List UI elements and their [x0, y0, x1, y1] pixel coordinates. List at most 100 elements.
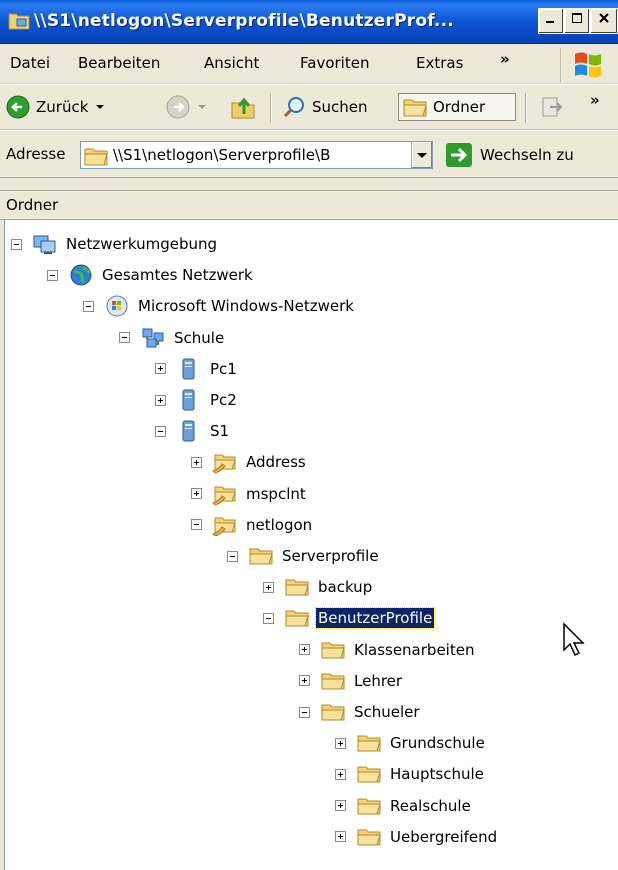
up-folder-button[interactable]	[230, 93, 256, 121]
tree-node-label[interactable]: Klassenarbeiten	[352, 640, 476, 660]
tree-node-label[interactable]: netlogon	[244, 515, 314, 535]
tree-node-label[interactable]: Hauptschule	[388, 764, 486, 784]
address-label: Adresse	[6, 145, 66, 163]
expand-toggle-icon[interactable]	[335, 737, 346, 749]
tree-node-label[interactable]: Grundschule	[388, 733, 487, 753]
address-bar: Adresse \\S1\netlogon\Serverprofile\B We…	[0, 130, 618, 178]
folder-icon	[356, 795, 382, 817]
close-button[interactable]	[590, 8, 618, 34]
folder-icon	[84, 148, 108, 166]
collapse-toggle-icon[interactable]	[227, 550, 238, 562]
expand-toggle-icon[interactable]	[155, 363, 166, 375]
tree-node[interactable]: Pc1	[155, 353, 239, 385]
collapse-toggle-icon[interactable]	[83, 300, 94, 312]
tree-node[interactable]: netlogon	[191, 509, 314, 541]
menu-favoriten[interactable]: Favoriten	[300, 54, 369, 72]
tree-node[interactable]: Microsoft Windows-Netzwerk	[83, 290, 356, 322]
go-arrow-icon	[446, 143, 472, 167]
menu-extras[interactable]: Extras	[416, 54, 463, 72]
tree-node[interactable]: Netzwerkumgebung	[11, 228, 219, 260]
tree-node-label[interactable]: Lehrer	[352, 671, 404, 691]
toolbar-overflow-button[interactable]: »	[590, 91, 600, 109]
search-button[interactable]: Suchen	[282, 93, 368, 121]
tree-node[interactable]: Lehrer	[299, 665, 404, 697]
go-button[interactable]: Wechseln zu	[446, 143, 574, 167]
tree-node[interactable]: BenutzerProfile	[263, 602, 436, 634]
search-icon	[283, 97, 304, 118]
folder-icon	[356, 763, 382, 785]
address-dropdown-button[interactable]	[411, 142, 432, 168]
expand-toggle-icon[interactable]	[191, 488, 202, 500]
tree-node[interactable]: Hauptschule	[335, 758, 486, 790]
folder-tree[interactable]: Netzwerkumgebung Gesamtes Netzwerk Microso…	[4, 220, 618, 870]
menu-overflow-button[interactable]: »	[500, 50, 510, 68]
expand-toggle-icon[interactable]	[191, 456, 202, 468]
expand-toggle-icon[interactable]	[335, 831, 346, 843]
move-to-icon	[542, 97, 563, 117]
folder-icon	[284, 607, 310, 629]
tree-node[interactable]: Grundschule	[335, 727, 487, 759]
tree-node[interactable]: S1	[155, 415, 231, 447]
tree-node-label[interactable]: Serverprofile	[280, 546, 381, 566]
collapse-toggle-icon[interactable]	[263, 612, 274, 624]
tree-node[interactable]: Serverprofile	[227, 540, 381, 572]
tree-node-label[interactable]: Gesamtes Netzwerk	[100, 265, 255, 285]
tree-node-label[interactable]: Uebergreifend	[388, 827, 499, 847]
tree-node-label[interactable]: Address	[244, 452, 308, 472]
tree-node[interactable]: mspclnt	[191, 478, 308, 510]
tree-node-label[interactable]: Pc1	[208, 359, 239, 379]
menu-datei[interactable]: Datei	[10, 54, 50, 72]
menu-bearbeiten[interactable]: Bearbeiten	[78, 54, 160, 72]
tree-node-label[interactable]: mspclnt	[244, 484, 308, 504]
forward-dropdown-icon[interactable]	[198, 105, 206, 109]
move-to-button[interactable]	[540, 93, 564, 121]
collapse-toggle-icon[interactable]	[299, 706, 310, 718]
forward-button[interactable]	[166, 93, 206, 121]
maximize-button[interactable]	[564, 8, 590, 34]
minimize-button[interactable]	[538, 8, 564, 34]
computer-icon	[176, 358, 202, 380]
collapse-toggle-icon[interactable]	[119, 332, 130, 344]
tree-node-label[interactable]: BenutzerProfile	[314, 607, 436, 630]
toolbar: Zurück Suchen Ordner »	[0, 84, 618, 130]
tree-node[interactable]: Realschule	[335, 790, 473, 822]
expand-toggle-icon[interactable]	[155, 394, 166, 406]
menu-ansicht[interactable]: Ansicht	[204, 54, 259, 72]
tree-node[interactable]: backup	[263, 571, 374, 603]
tree-node[interactable]: Klassenarbeiten	[299, 634, 476, 666]
collapse-toggle-icon[interactable]	[155, 425, 166, 437]
tree-node-label[interactable]: Netzwerkumgebung	[64, 234, 219, 254]
tree-node-label[interactable]: backup	[316, 577, 374, 597]
folder-icon	[356, 732, 382, 754]
title-bar[interactable]: \\S1\netlogon\Serverprofile\BenutzerProf…	[0, 0, 618, 44]
close-icon	[599, 13, 609, 23]
tree-node[interactable]: Schule	[119, 322, 226, 354]
expand-toggle-icon[interactable]	[263, 581, 274, 593]
tree-node-label[interactable]: Pc2	[208, 390, 239, 410]
tree-node-label[interactable]: Schueler	[352, 702, 422, 722]
collapse-toggle-icon[interactable]	[11, 238, 22, 250]
tree-node[interactable]: Address	[191, 446, 308, 478]
tree-node[interactable]: Pc2	[155, 384, 239, 416]
menu-bar: Datei Bearbeiten Ansicht Favoriten Extra…	[0, 44, 618, 84]
tree-node-label[interactable]: Realschule	[388, 796, 473, 816]
tree-node-label[interactable]: S1	[208, 421, 231, 441]
tree-node[interactable]: Schueler	[299, 696, 422, 728]
expand-toggle-icon[interactable]	[299, 644, 310, 656]
expand-toggle-icon[interactable]	[335, 768, 346, 780]
folder-icon	[356, 826, 382, 848]
folders-button[interactable]: Ordner	[398, 93, 516, 121]
tree-node-label[interactable]: Microsoft Windows-Netzwerk	[136, 296, 356, 316]
back-dropdown-icon[interactable]	[96, 105, 105, 109]
up-folder-icon	[231, 97, 255, 119]
address-field[interactable]: \\S1\netlogon\Serverprofile\B	[80, 141, 433, 169]
collapse-toggle-icon[interactable]	[47, 269, 58, 281]
tree-node-label[interactable]: Schule	[172, 328, 226, 348]
expand-toggle-icon[interactable]	[299, 675, 310, 687]
collapse-toggle-icon[interactable]	[191, 519, 202, 531]
tree-node[interactable]: Uebergreifend	[335, 821, 499, 853]
tree-node[interactable]: Gesamtes Netzwerk	[47, 259, 255, 291]
address-value[interactable]: \\S1\netlogon\Serverprofile\B	[113, 146, 403, 164]
back-button[interactable]: Zurück	[6, 93, 105, 121]
expand-toggle-icon[interactable]	[335, 800, 346, 812]
